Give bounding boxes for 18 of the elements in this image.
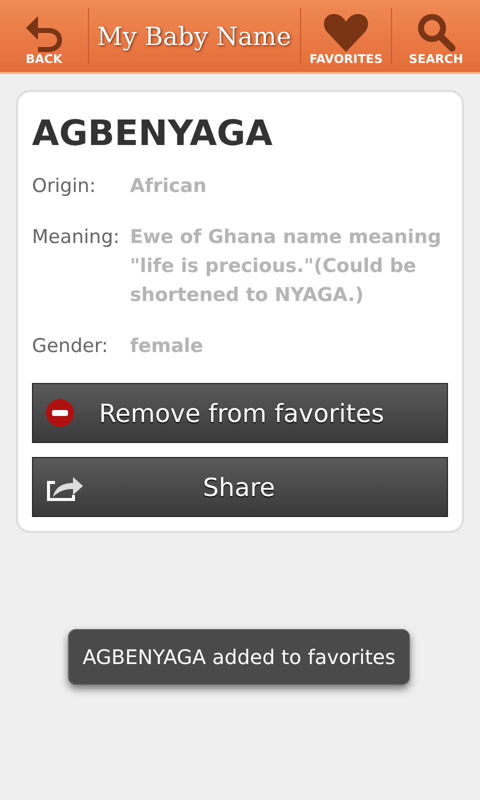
remove-favorite-button[interactable]: Remove from favorites xyxy=(32,383,448,443)
app-title: My Baby Name xyxy=(96,20,292,52)
field-label: Origin: xyxy=(32,174,97,199)
search-icon xyxy=(416,12,456,52)
field-value: African xyxy=(130,174,206,199)
share-button[interactable]: Share xyxy=(32,457,448,517)
back-arrow-icon xyxy=(24,14,64,52)
field-value: female xyxy=(130,334,204,359)
heart-icon xyxy=(323,12,369,52)
search-button[interactable]: SEARCH xyxy=(392,0,480,72)
minus-icon xyxy=(45,398,75,428)
toast-message: AGBENYAGA added to favorites xyxy=(68,629,410,685)
field-label: Meaning: xyxy=(32,225,121,250)
field-label: Gender: xyxy=(32,334,110,359)
baby-name: AGBENYAGA xyxy=(32,114,274,154)
favorites-button[interactable]: FAVORITES xyxy=(301,0,391,72)
back-button[interactable]: BACK xyxy=(0,0,88,72)
field-value: Ewe of Ghana name meaning "life is precious."(Could be shortened to NYAGA.) xyxy=(130,225,442,308)
